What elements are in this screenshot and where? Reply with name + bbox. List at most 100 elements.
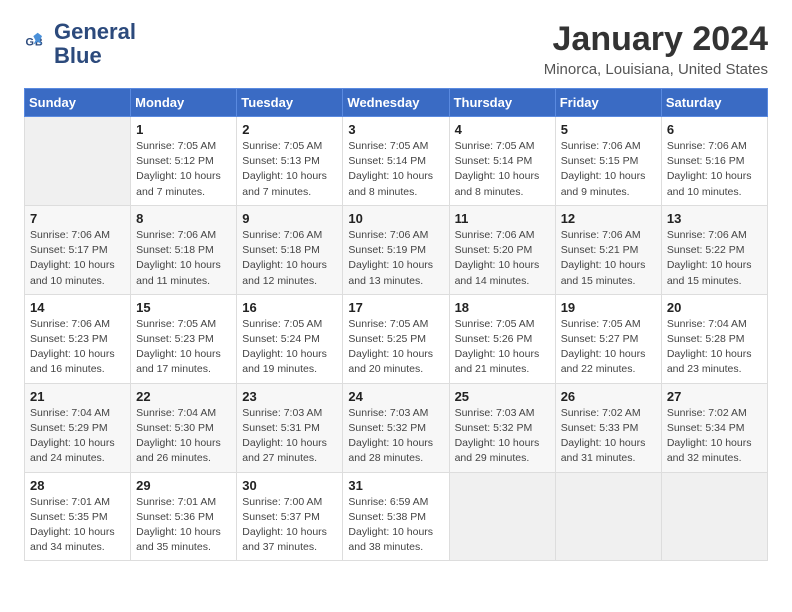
day-number: 18 [455,300,550,315]
day-info: Sunrise: 7:05 AM Sunset: 5:14 PM Dayligh… [348,139,443,200]
day-number: 12 [561,211,656,226]
calendar-header: SundayMondayTuesdayWednesdayThursdayFrid… [25,89,768,117]
day-info: Sunrise: 7:06 AM Sunset: 5:20 PM Dayligh… [455,228,550,289]
day-info: Sunrise: 7:05 AM Sunset: 5:23 PM Dayligh… [136,317,231,378]
day-cell: 26Sunrise: 7:02 AM Sunset: 5:33 PM Dayli… [555,383,661,472]
day-number: 16 [242,300,337,315]
logo-name1: General [54,20,136,44]
day-number: 4 [455,122,550,137]
day-cell: 10 Sunrise: 7:06 AM Sunset: 5:19 PM Dayli… [343,205,449,294]
svg-text:G: G [26,37,34,49]
day-info: Sunrise: 7:05 AM Sunset: 5:13 PM Dayligh… [242,139,337,200]
day-number: 20 [667,300,762,315]
day-number: 24 [348,389,443,404]
day-number: 19 [561,300,656,315]
day-cell: 12Sunrise: 7:06 AM Sunset: 5:21 PM Dayli… [555,205,661,294]
day-cell: 5 Sunrise: 7:06 AM Sunset: 5:15 PM Daylig… [555,117,661,206]
day-cell: 30Sunrise: 7:00 AM Sunset: 5:37 PM Dayli… [237,472,343,561]
day-cell: 15 Sunrise: 7:05 AM Sunset: 5:23 PM Dayli… [131,294,237,383]
day-number: 3 [348,122,443,137]
day-cell: 23 Sunrise: 7:03 AM Sunset: 5:31 PM Dayli… [237,383,343,472]
day-cell [25,117,131,206]
day-info: Sunrise: 7:05 AM Sunset: 5:14 PM Dayligh… [455,139,550,200]
day-number: 25 [455,389,550,404]
day-cell: 13 Sunrise: 7:06 AM Sunset: 5:22 PM Dayli… [661,205,767,294]
day-number: 26 [561,389,656,404]
day-cell: 19 Sunrise: 7:05 AM Sunset: 5:27 PM Dayli… [555,294,661,383]
day-cell: 3 Sunrise: 7:05 AM Sunset: 5:14 PM Daylig… [343,117,449,206]
day-info: Sunrise: 7:05 AM Sunset: 5:27 PM Dayligh… [561,317,656,378]
logo-text: General Blue [54,20,136,68]
day-number: 13 [667,211,762,226]
day-number: 1 [136,122,231,137]
day-cell: 28Sunrise: 7:01 AM Sunset: 5:35 PM Dayli… [25,472,131,561]
calendar-subtitle: Minorca, Louisiana, United States [544,61,768,78]
day-info: Sunrise: 7:06 AM Sunset: 5:22 PM Dayligh… [667,228,762,289]
day-info: Sunrise: 7:05 AM Sunset: 5:12 PM Dayligh… [136,139,231,200]
day-number: 22 [136,389,231,404]
title-area: January 2024 Minorca, Louisiana, United … [544,20,768,78]
week-row-1: 1 Sunrise: 7:05 AM Sunset: 5:12 PM Daylig… [25,117,768,206]
day-cell: 22 Sunrise: 7:04 AM Sunset: 5:30 PM Dayli… [131,383,237,472]
day-number: 11 [455,211,550,226]
day-info: Sunrise: 7:02 AM Sunset: 5:34 PM Dayligh… [667,406,762,467]
day-cell: 16Sunrise: 7:05 AM Sunset: 5:24 PM Dayli… [237,294,343,383]
day-info: Sunrise: 7:06 AM Sunset: 5:16 PM Dayligh… [667,139,762,200]
day-info: Sunrise: 7:03 AM Sunset: 5:31 PM Dayligh… [242,406,337,467]
calendar-table: SundayMondayTuesdayWednesdayThursdayFrid… [24,88,768,561]
header-cell-monday: Monday [131,89,237,117]
day-number: 6 [667,122,762,137]
day-number: 5 [561,122,656,137]
day-cell: 21Sunrise: 7:04 AM Sunset: 5:29 PM Dayli… [25,383,131,472]
day-number: 10 [348,211,443,226]
day-number: 9 [242,211,337,226]
week-row-4: 21Sunrise: 7:04 AM Sunset: 5:29 PM Dayli… [25,383,768,472]
day-info: Sunrise: 7:06 AM Sunset: 5:19 PM Dayligh… [348,228,443,289]
day-cell: 14 Sunrise: 7:06 AM Sunset: 5:23 PM Dayli… [25,294,131,383]
day-cell: 31Sunrise: 6:59 AM Sunset: 5:38 PM Dayli… [343,472,449,561]
header-cell-friday: Friday [555,89,661,117]
day-number: 23 [242,389,337,404]
header-cell-wednesday: Wednesday [343,89,449,117]
header-cell-tuesday: Tuesday [237,89,343,117]
logo-name2: Blue [54,44,136,68]
header-cell-sunday: Sunday [25,89,131,117]
day-number: 14 [30,300,125,315]
day-info: Sunrise: 7:04 AM Sunset: 5:30 PM Dayligh… [136,406,231,467]
day-cell: 11 Sunrise: 7:06 AM Sunset: 5:20 PM Dayli… [449,205,555,294]
day-info: Sunrise: 7:06 AM Sunset: 5:18 PM Dayligh… [136,228,231,289]
day-info: Sunrise: 7:06 AM Sunset: 5:17 PM Dayligh… [30,228,125,289]
day-number: 7 [30,211,125,226]
day-info: Sunrise: 7:06 AM Sunset: 5:15 PM Dayligh… [561,139,656,200]
day-info: Sunrise: 7:06 AM Sunset: 5:23 PM Dayligh… [30,317,125,378]
day-cell: 2 Sunrise: 7:05 AM Sunset: 5:13 PM Daylig… [237,117,343,206]
logo-icon: G B [24,30,52,58]
day-cell: 20 Sunrise: 7:04 AM Sunset: 5:28 PM Dayli… [661,294,767,383]
day-number: 15 [136,300,231,315]
day-cell: 17Sunrise: 7:05 AM Sunset: 5:25 PM Dayli… [343,294,449,383]
day-info: Sunrise: 7:01 AM Sunset: 5:36 PM Dayligh… [136,495,231,556]
day-number: 27 [667,389,762,404]
day-info: Sunrise: 7:04 AM Sunset: 5:28 PM Dayligh… [667,317,762,378]
day-info: Sunrise: 7:06 AM Sunset: 5:18 PM Dayligh… [242,228,337,289]
day-cell: 27 Sunrise: 7:02 AM Sunset: 5:34 PM Dayli… [661,383,767,472]
day-cell: 7 Sunrise: 7:06 AM Sunset: 5:17 PM Daylig… [25,205,131,294]
header: G B General Blue January 2024 Minorca, L… [24,20,768,78]
day-info: Sunrise: 7:00 AM Sunset: 5:37 PM Dayligh… [242,495,337,556]
day-info: Sunrise: 7:04 AM Sunset: 5:29 PM Dayligh… [30,406,125,467]
day-number: 31 [348,478,443,493]
week-row-2: 7 Sunrise: 7:06 AM Sunset: 5:17 PM Daylig… [25,205,768,294]
day-number: 29 [136,478,231,493]
day-number: 17 [348,300,443,315]
day-info: Sunrise: 7:01 AM Sunset: 5:35 PM Dayligh… [30,495,125,556]
day-cell [449,472,555,561]
header-row: SundayMondayTuesdayWednesdayThursdayFrid… [25,89,768,117]
day-number: 2 [242,122,337,137]
day-cell [661,472,767,561]
day-info: Sunrise: 7:05 AM Sunset: 5:26 PM Dayligh… [455,317,550,378]
week-row-5: 28Sunrise: 7:01 AM Sunset: 5:35 PM Dayli… [25,472,768,561]
logo: G B General Blue [24,20,136,68]
calendar-title: January 2024 [544,20,768,59]
calendar-body: 1 Sunrise: 7:05 AM Sunset: 5:12 PM Daylig… [25,117,768,561]
day-cell: 4 Sunrise: 7:05 AM Sunset: 5:14 PM Daylig… [449,117,555,206]
